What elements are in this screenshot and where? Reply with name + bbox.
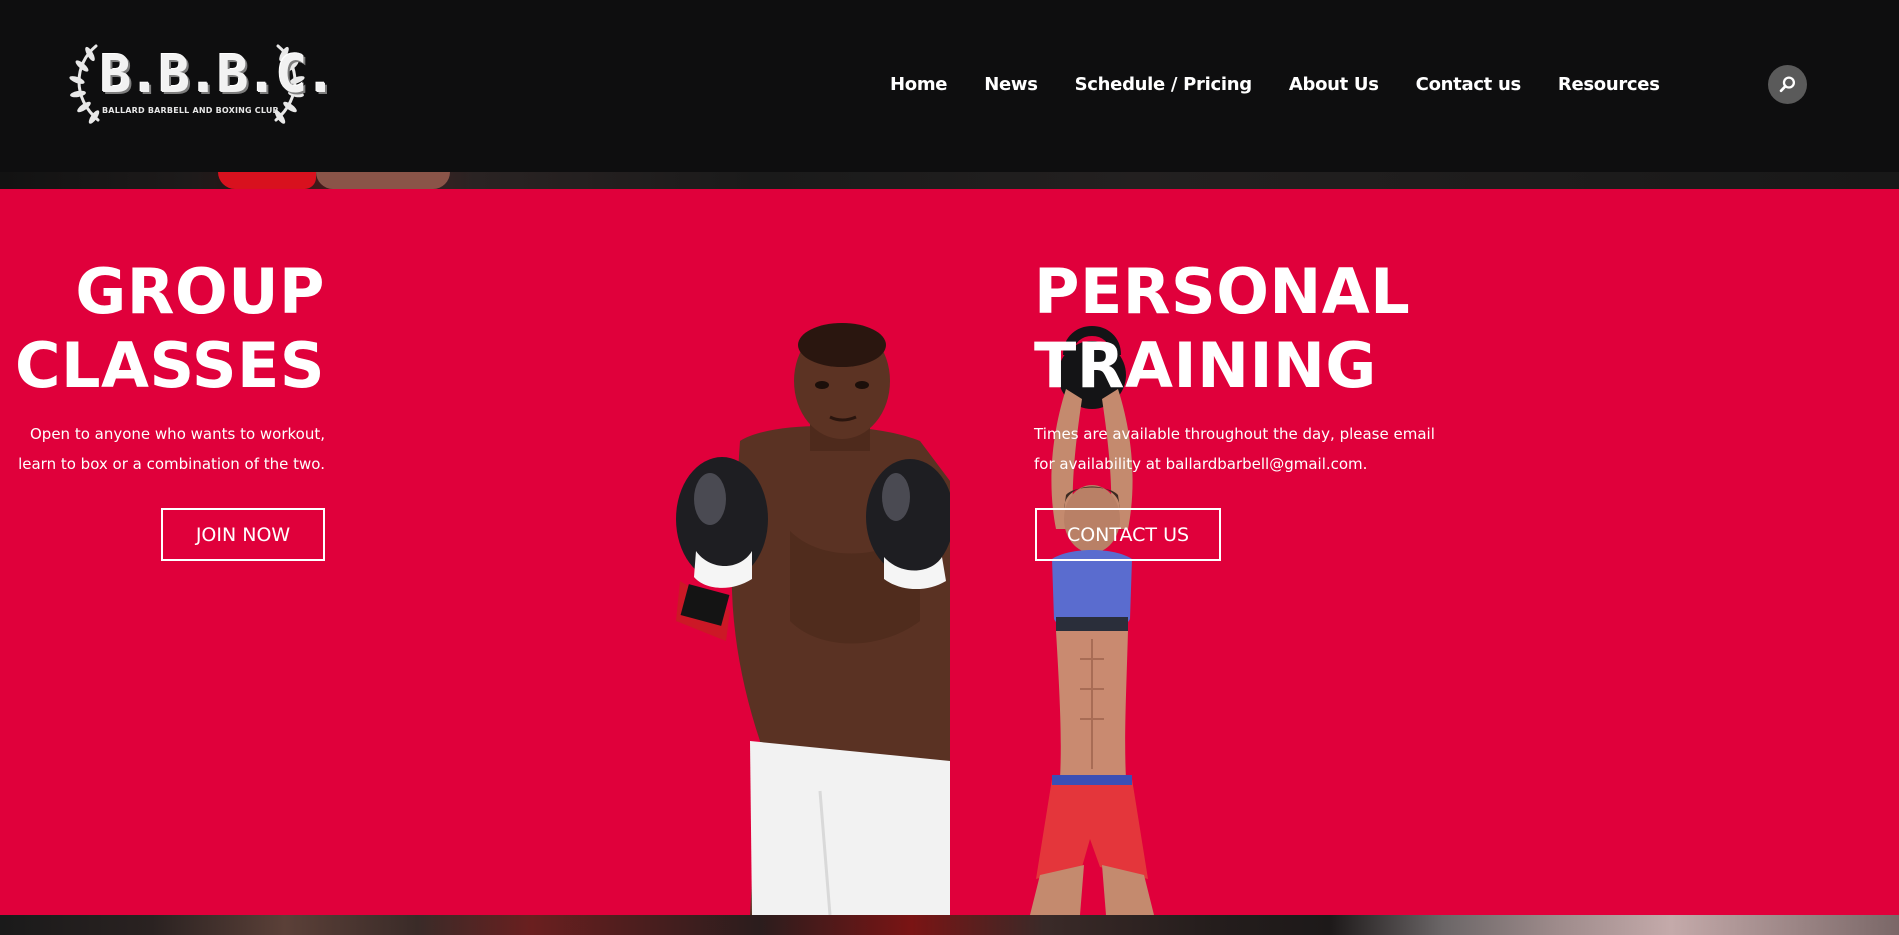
red-cap-shape — [218, 172, 316, 189]
group-classes-heading-line1: GROUP — [75, 255, 325, 328]
nav-news[interactable]: News — [984, 72, 1038, 98]
logo-wordmark: B.B.B.C. — [100, 45, 336, 105]
group-classes-heading: GROUP CLASSES — [0, 255, 325, 403]
head-shape — [316, 172, 450, 189]
group-classes-heading-line2: CLASSES — [14, 329, 325, 402]
personal-training-desc-line1: Times are available throughout the day, … — [1034, 425, 1435, 443]
boxer-image — [670, 321, 950, 915]
personal-training-heading-line2: TRAINING — [1034, 329, 1377, 402]
site-logo[interactable]: B.B.B.C. BALLARD BARBELL AND BOXING CLUB — [62, 40, 336, 126]
logo-subtitle: BALLARD BARBELL AND BOXING CLUB — [102, 106, 279, 115]
nav-contact-us[interactable]: Contact us — [1416, 72, 1522, 98]
join-now-button[interactable]: JOIN NOW — [161, 508, 325, 561]
group-classes-desc-line2: learn to box or a combination of the two… — [18, 455, 325, 473]
nav-about-us[interactable]: About Us — [1289, 72, 1379, 98]
personal-training-heading-line1: PERSONAL — [1034, 255, 1411, 328]
contact-us-button[interactable]: CONTACT US — [1035, 508, 1221, 561]
site-header: B.B.B.C. BALLARD BARBELL AND BOXING CLUB… — [0, 0, 1899, 172]
personal-training-heading: PERSONAL TRAINING — [1034, 255, 1534, 403]
nav-schedule-pricing[interactable]: Schedule / Pricing — [1075, 72, 1253, 98]
search-button[interactable] — [1768, 65, 1807, 104]
hero-section: GROUP CLASSES Open to anyone who wants t… — [0, 189, 1899, 915]
background-photo-strip-bottom — [0, 915, 1899, 935]
nav-resources[interactable]: Resources — [1558, 72, 1660, 98]
nav-home[interactable]: Home — [890, 72, 948, 98]
main-nav: Home News Schedule / Pricing About Us Co… — [890, 72, 1697, 98]
athlete-kettlebell-image — [990, 319, 1190, 915]
group-classes-description: Open to anyone who wants to workout, lea… — [0, 419, 325, 479]
group-classes-desc-line1: Open to anyone who wants to workout, — [30, 425, 325, 443]
search-icon — [1779, 76, 1796, 93]
personal-training-desc-line2: for availability at ballardbarbell@gmail… — [1034, 455, 1368, 473]
personal-training-description: Times are available throughout the day, … — [1034, 419, 1454, 479]
